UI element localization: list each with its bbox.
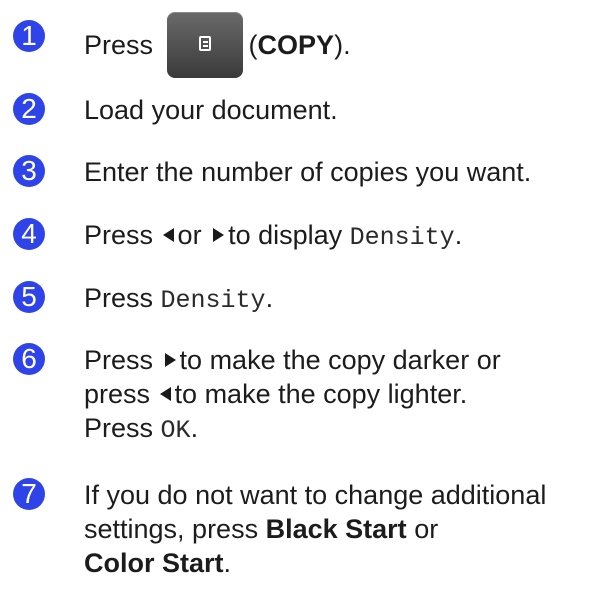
step-7-line-1: If you do not want to change additional	[84, 480, 547, 510]
step-2-text: Load your document.	[84, 95, 338, 125]
period: .	[190, 413, 199, 443]
step-6-line-1: Press to make the copy darker or	[84, 343, 609, 377]
step-6-line-3: Press OK.	[84, 411, 609, 448]
left-arrow-icon	[162, 227, 174, 242]
step-4-text: Press or to display Density.	[84, 218, 609, 255]
step-7-text: If you do not want to change additional …	[84, 478, 609, 580]
period: .	[223, 548, 232, 578]
step-7-line-2: settings, press Black Start or	[84, 512, 609, 546]
step-number-badge: 2	[13, 93, 45, 125]
left-arrow-icon	[159, 386, 171, 401]
step-number-badge: 4	[13, 218, 45, 250]
paren: (	[248, 30, 258, 61]
press-word: Press	[84, 30, 154, 61]
density-label: Density	[349, 223, 455, 252]
right-arrow-icon	[213, 227, 225, 242]
copy-button-image	[166, 12, 243, 78]
ok-label: OK	[160, 416, 191, 445]
step-6-text: Press to make the copy darker or press t…	[84, 343, 609, 448]
right-arrow-icon	[164, 352, 176, 367]
press-word: Press	[84, 220, 154, 250]
black-start-label: Black Start	[265, 514, 407, 544]
darker-text: to make the copy darker or	[179, 345, 501, 375]
or-word: or	[177, 220, 202, 250]
or-word: or	[414, 514, 439, 544]
settings-text: settings, press	[84, 514, 259, 544]
step-number-badge: 5	[13, 281, 45, 313]
step-7-line-3: Color Start.	[84, 546, 609, 580]
copy-label: COPY	[257, 30, 335, 61]
density-label: Density	[160, 286, 266, 315]
step-number-badge: 7	[13, 478, 45, 510]
lighter-text: to make the copy lighter.	[174, 379, 468, 409]
press-word: Press	[84, 413, 154, 443]
period: .	[265, 283, 274, 313]
step-number-badge: 3	[13, 155, 45, 187]
color-start-label: Color Start	[84, 548, 224, 578]
step-1-text: Press (COPY).	[84, 12, 609, 80]
period: .	[454, 220, 463, 250]
press-word: Press	[84, 345, 154, 375]
press-word: Press	[84, 283, 154, 313]
copy-document-icon	[198, 36, 211, 51]
step-6-line-2: press to make the copy lighter.	[84, 377, 609, 411]
press-word: press	[84, 379, 151, 409]
paren: ).	[334, 30, 351, 61]
step-number-badge: 1	[13, 20, 45, 52]
step-3-text: Enter the number of copies you want.	[84, 157, 532, 187]
step-number-badge: 6	[13, 343, 45, 375]
to-display-text: to display	[228, 220, 343, 250]
step-5-text: Press Density.	[84, 281, 609, 318]
